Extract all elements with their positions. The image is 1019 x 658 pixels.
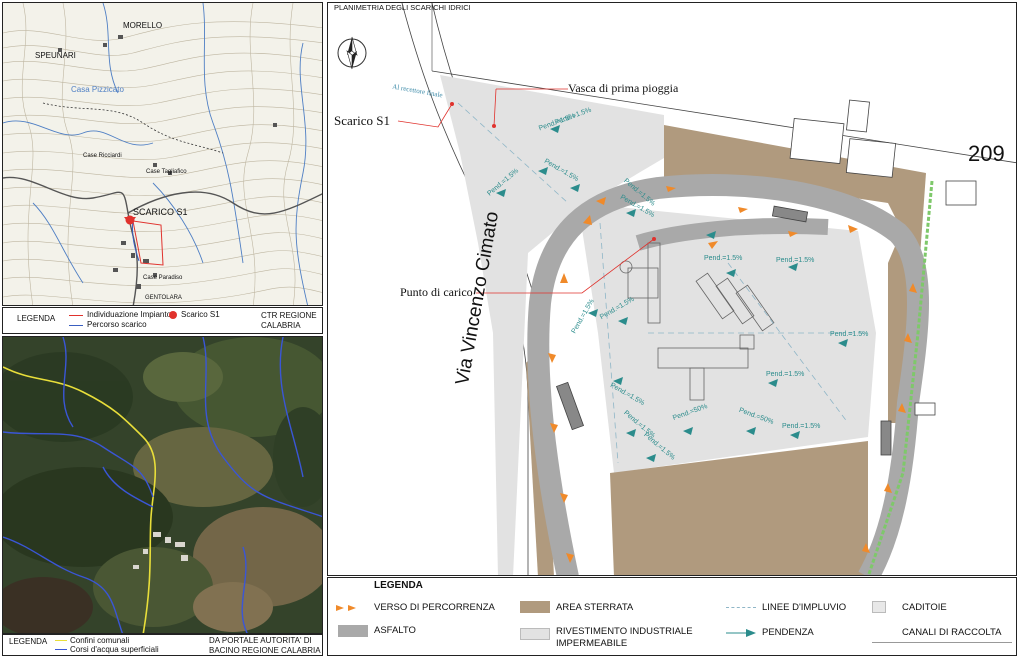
north-arrow-icon — [337, 36, 367, 70]
confini-swatch — [55, 640, 67, 641]
place-label: SPEUNARI — [35, 51, 76, 60]
legend-corsi: Corsi d'acqua superficiali — [70, 645, 159, 654]
place-label: MORELLO — [123, 21, 163, 30]
legend-verso: VERSO DI PERCORRENZA — [374, 602, 495, 613]
legend-percorso: Percorso scarico — [87, 320, 147, 329]
scarico-map-label: SCARICO S1 — [133, 207, 188, 217]
percorso-swatch — [69, 325, 83, 326]
impluvio-swatch — [726, 607, 756, 608]
slope-label: Pend.=1.5% — [782, 423, 821, 430]
legend-source: CTR REGIONE CALABRIA — [261, 311, 317, 330]
legend-title: LEGENDA — [17, 314, 56, 323]
legend-asfalto: ASFALTO — [374, 625, 416, 636]
legend-pendenza: PENDENZA — [762, 627, 814, 638]
sterrata-swatch — [520, 601, 550, 613]
slope-label: Pend.=1.5% — [830, 331, 869, 338]
legend-sterrata: AREA STERRATA — [556, 602, 634, 613]
asfalto-swatch — [338, 625, 368, 637]
aerial-photo-map — [2, 336, 323, 634]
plan-legend: LEGENDA VERSO DI PERCORRENZA ASFALTO ARE… — [327, 577, 1017, 656]
place-label: Casa Pizzicato — [71, 85, 124, 94]
place-label: Case Tagliafico — [146, 169, 187, 175]
place-label: Case Paradiso — [143, 275, 183, 281]
punto-carico-label: Punto di carico — [400, 285, 473, 299]
scarico-swatch — [169, 311, 177, 319]
legend-confini: Confini comunali — [70, 636, 130, 645]
legend-source: DA PORTALE AUTORITA' DI BACINO REGIONE C… — [209, 636, 321, 655]
slope-label: Pend.=1.5% — [704, 255, 743, 262]
parcel-number: 209 — [968, 141, 1005, 166]
arrow-swatch — [336, 604, 362, 612]
place-label: Case Ricciardi — [83, 153, 122, 159]
vasca-label: Vasca di prima pioggia — [568, 81, 679, 95]
ctr-topographic-map: MORELLO SPEUNARI Casa Pizzicato SCARICO … — [2, 2, 323, 306]
scarico-label: Scarico S1 — [334, 113, 390, 128]
pendenza-swatch — [726, 629, 756, 637]
ctr-legend: LEGENDA Individuazione Impianto Percorso… — [2, 307, 323, 334]
rivestimento-swatch — [520, 628, 550, 640]
aerial-legend: LEGENDA Confini comunali Corsi d'acqua s… — [2, 634, 323, 656]
canali-swatch — [872, 642, 1012, 643]
legend-impianto: Individuazione Impianto — [87, 310, 172, 319]
slope-label: Pend.=1.5% — [766, 371, 805, 378]
legend-title: LEGENDA — [374, 580, 423, 591]
legend-title: LEGENDA — [9, 637, 48, 646]
site-plan: PLANIMETRIA DEGLI SCARICHI IDRICI Scaric… — [327, 2, 1017, 576]
legend-canali: CANALI DI RACCOLTA — [902, 627, 1002, 638]
legend-rivestimento: RIVESTIMENTO INDUSTRIALE IMPERMEABILE — [556, 626, 693, 649]
impianto-swatch — [69, 315, 83, 316]
plan-title: PLANIMETRIA DEGLI SCARICHI IDRICI — [334, 3, 471, 12]
legend-caditoie: CADITOIE — [902, 602, 947, 613]
legend-scarico: Scarico S1 — [181, 310, 220, 319]
place-label: GENTOLARA — [145, 295, 182, 301]
corsi-swatch — [55, 649, 67, 650]
slope-label: Pend.=1.5% — [776, 257, 815, 264]
legend-impluvio: LINEE D'IMPLUVIO — [762, 602, 847, 613]
caditoie-swatch — [872, 601, 886, 613]
